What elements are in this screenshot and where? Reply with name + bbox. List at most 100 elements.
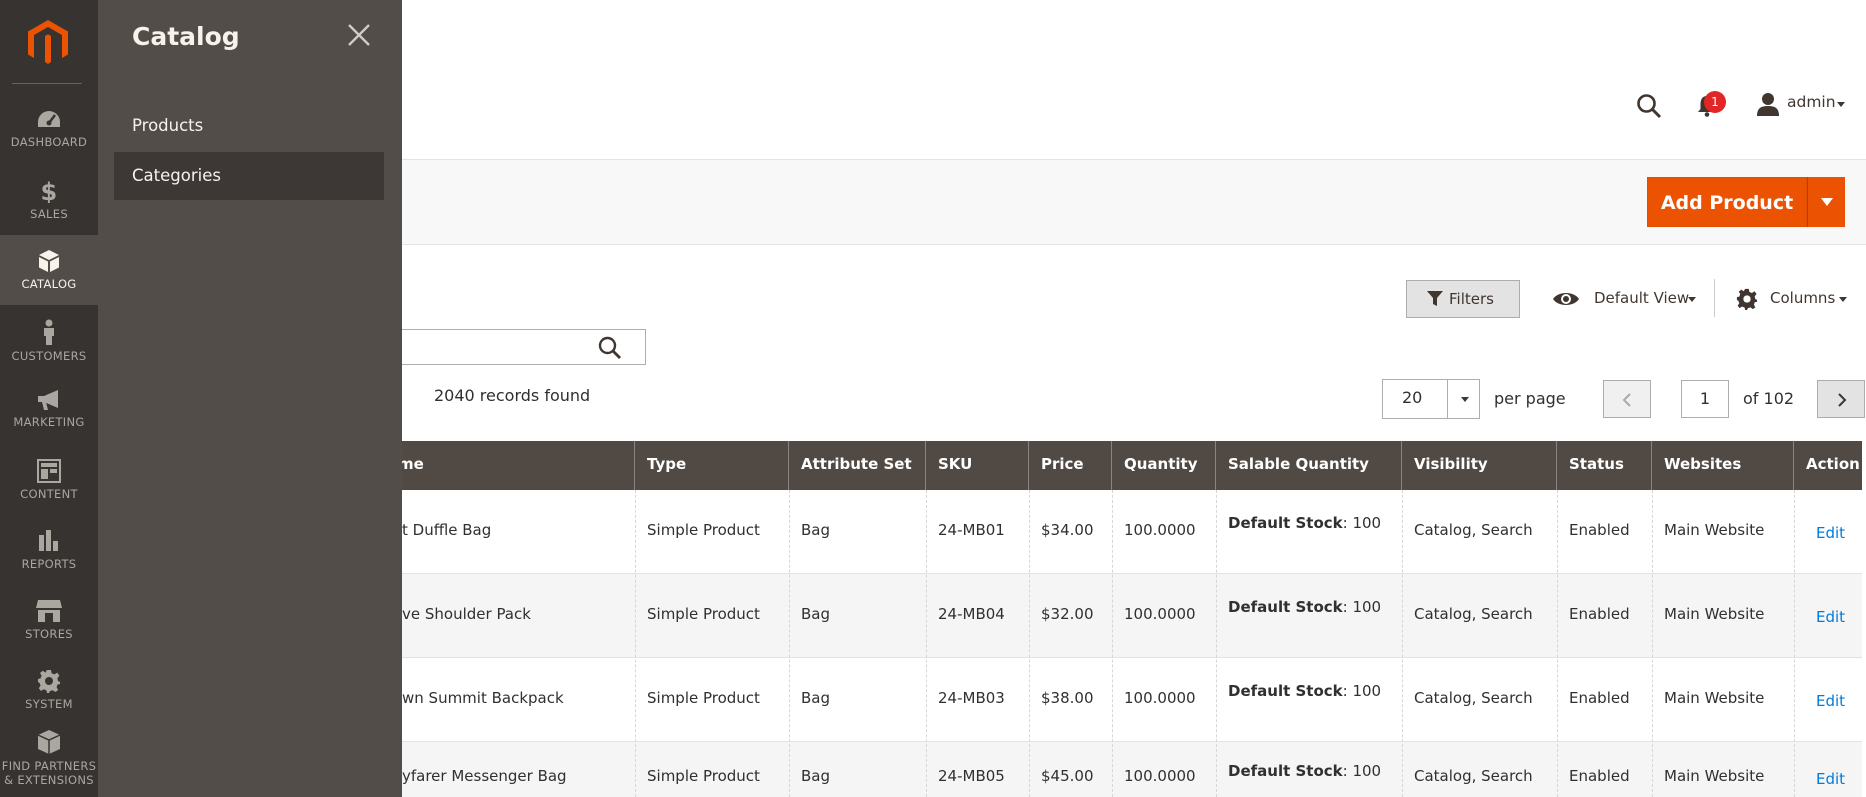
product-sku: 24-MB04 [938, 605, 1005, 623]
nav-item-sales[interactable]: $ SALES [0, 165, 98, 235]
box-icon [39, 250, 59, 272]
column-separator [1794, 490, 1795, 797]
megaphone-icon [38, 390, 58, 410]
stock-label: Default Stock [1228, 598, 1343, 616]
product-salable-quantity: Default Stock: 100 [1228, 762, 1381, 780]
flyout-title: Catalog [132, 22, 240, 51]
add-product-dropdown-toggle[interactable] [1807, 177, 1845, 227]
column-header-websites[interactable]: Websites [1652, 441, 1794, 490]
edit-link[interactable]: Edit [1816, 692, 1845, 710]
chevron-down-icon[interactable] [1688, 297, 1696, 302]
nav-label: SYSTEM [25, 697, 73, 711]
column-header-type[interactable]: Type [635, 441, 789, 490]
product-sku: 24-MB05 [938, 767, 1005, 785]
stock-label: Default Stock [1228, 514, 1343, 532]
product-name: yfarer Messenger Bag [402, 767, 567, 785]
stock-value: : 100 [1342, 598, 1382, 616]
product-quantity: 100.0000 [1124, 767, 1196, 785]
default-view-dropdown[interactable]: Default View [1594, 289, 1689, 307]
nav-item-catalog[interactable]: CATALOG [0, 235, 98, 305]
product-visibility: Catalog, Search [1414, 605, 1533, 623]
nav-label: CUSTOMERS [11, 349, 87, 363]
column-separator [1112, 490, 1113, 797]
nav-item-dashboard[interactable]: DASHBOARD [0, 95, 98, 165]
column-header-status[interactable]: Status [1557, 441, 1652, 490]
edit-link[interactable]: Edit [1816, 770, 1845, 788]
stock-label: Default Stock [1228, 682, 1343, 700]
column-header-price[interactable]: Price [1029, 441, 1112, 490]
product-status: Enabled [1569, 689, 1630, 707]
next-page-button[interactable] [1817, 380, 1865, 418]
chevron-down-icon[interactable] [1839, 297, 1847, 302]
filters-button[interactable]: Filters [1406, 280, 1520, 318]
admin-user-menu[interactable]: admin [1787, 93, 1836, 111]
blocks-icon [37, 730, 61, 754]
chevron-down-icon[interactable] [1837, 102, 1845, 107]
column-header-name[interactable]: me [386, 441, 635, 490]
flyout-item-categories[interactable]: Categories [114, 152, 384, 200]
flyout-item-products[interactable]: Products [114, 102, 384, 150]
product-visibility: Catalog, Search [1414, 521, 1533, 539]
column-header-action: Action [1806, 455, 1860, 473]
product-attribute-set: Bag [801, 767, 831, 785]
previous-page-button[interactable] [1603, 380, 1651, 418]
gear-icon [1736, 288, 1758, 310]
column-header-salable-quantity[interactable]: Salable Quantity [1216, 441, 1402, 490]
product-name: t Duffle Bag [402, 521, 492, 539]
product-attribute-set: Bag [801, 689, 831, 707]
nav-item-reports[interactable]: REPORTS [0, 515, 98, 585]
page-total: of 102 [1743, 389, 1795, 408]
column-separator [1216, 490, 1217, 797]
product-attribute-set: Bag [801, 521, 831, 539]
product-name: ve Shoulder Pack [402, 605, 531, 623]
chevron-right-icon [1838, 393, 1847, 407]
layout-icon [37, 459, 61, 483]
close-icon[interactable] [346, 22, 372, 48]
column-separator [1652, 490, 1653, 797]
chevron-down-icon[interactable] [1461, 397, 1469, 402]
product-name: wn Summit Backpack [402, 689, 564, 707]
nav-item-marketing[interactable]: MARKETING [0, 375, 98, 445]
funnel-icon [1427, 291, 1443, 306]
column-separator [1029, 490, 1030, 797]
product-attribute-set: Bag [801, 605, 831, 623]
product-visibility: Catalog, Search [1414, 689, 1533, 707]
bar-chart-icon [39, 530, 58, 551]
per-page-value: 20 [1402, 388, 1423, 407]
nav-item-find-partners[interactable]: FIND PARTNERS & EXTENSIONS [0, 715, 98, 797]
chevron-left-icon [1622, 393, 1631, 407]
catalog-flyout-menu: Catalog Products Categories [98, 0, 402, 797]
search-icon[interactable] [1636, 93, 1662, 119]
page-number-input[interactable]: 1 [1681, 380, 1729, 418]
keyword-search-input[interactable] [402, 329, 646, 365]
column-separator [635, 490, 636, 797]
product-status: Enabled [1569, 605, 1630, 623]
nav-item-content[interactable]: CONTENT [0, 445, 98, 515]
column-header-attribute-set[interactable]: Attribute Set [789, 441, 926, 490]
magento-logo-icon[interactable] [24, 18, 72, 66]
product-price: $45.00 [1041, 767, 1094, 785]
edit-link[interactable]: Edit [1816, 524, 1845, 542]
column-header-quantity[interactable]: Quantity [1112, 441, 1216, 490]
edit-link[interactable]: Edit [1816, 608, 1845, 626]
column-header-visibility[interactable]: Visibility [1402, 441, 1557, 490]
filters-label: Filters [1449, 290, 1494, 308]
columns-dropdown[interactable]: Columns [1770, 289, 1835, 307]
product-website: Main Website [1664, 605, 1765, 623]
search-icon[interactable] [598, 336, 622, 360]
eye-icon [1553, 293, 1579, 305]
add-product-button[interactable]: Add Product [1647, 177, 1807, 227]
per-page-separator [1447, 380, 1448, 418]
column-header-sku[interactable]: SKU [926, 441, 1029, 490]
product-sku: 24-MB01 [938, 521, 1005, 539]
nav-item-stores[interactable]: STORES [0, 585, 98, 655]
product-price: $34.00 [1041, 521, 1094, 539]
user-icon[interactable] [1757, 92, 1779, 116]
product-quantity: 100.0000 [1124, 521, 1196, 539]
stock-label: Default Stock [1228, 762, 1343, 780]
product-price: $32.00 [1041, 605, 1094, 623]
dashboard-icon [38, 111, 60, 127]
store-icon [36, 600, 62, 622]
nav-item-customers[interactable]: CUSTOMERS [0, 305, 98, 375]
svg-text:$: $ [41, 179, 58, 203]
